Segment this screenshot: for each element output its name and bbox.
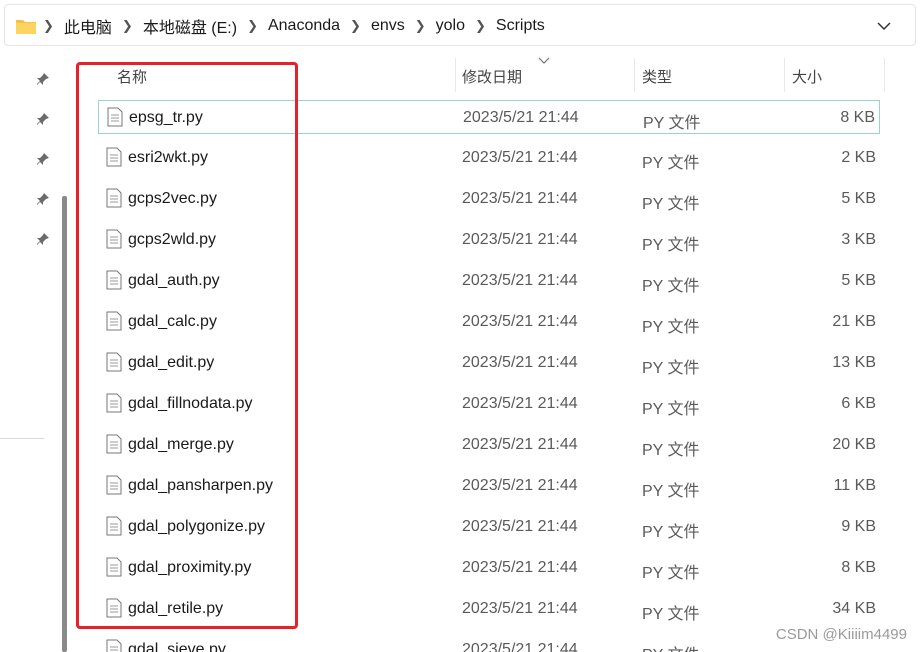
chevron-right-icon[interactable]: ❯	[475, 18, 486, 34]
file-size: 5 KB	[841, 272, 876, 289]
file-modified: 2023/5/21 21:44	[462, 149, 578, 166]
annotation-highlight-box	[76, 62, 298, 629]
file-size: 8 KB	[841, 559, 876, 576]
breadcrumb-item[interactable]: 此电脑	[64, 14, 112, 38]
file-modified: 2023/5/21 21:44	[462, 600, 578, 617]
file-type: PY 文件	[642, 360, 700, 377]
file-type: PY 文件	[642, 278, 700, 295]
file-modified: 2023/5/21 21:44	[462, 231, 578, 248]
file-type: PY 文件	[642, 401, 700, 418]
python-file-icon	[106, 639, 122, 652]
column-header-size[interactable]: 大小	[792, 66, 822, 87]
address-bar[interactable]: ❯ 此电脑 ❯ 本地磁盘 (E:) ❯ Anaconda ❯ envs ❯ yo…	[4, 4, 916, 46]
pin-icon[interactable]	[36, 232, 50, 246]
file-row[interactable]: gdal_sieve.py 2023/5/21 21:44 PY 文件	[98, 633, 880, 652]
file-modified: 2023/5/21 21:44	[462, 190, 578, 207]
file-modified: 2023/5/21 21:44	[462, 518, 578, 535]
pin-icon[interactable]	[36, 112, 50, 126]
file-size: 34 KB	[832, 600, 876, 617]
file-size: 11 KB	[833, 477, 876, 494]
file-type: PY 文件	[643, 115, 701, 132]
file-size: 6 KB	[841, 395, 876, 412]
chevron-right-icon: ❯	[43, 18, 54, 33]
nav-divider	[0, 438, 44, 439]
chevron-right-icon[interactable]: ❯	[350, 18, 361, 34]
pin-icon[interactable]	[36, 192, 50, 206]
chevron-down-icon[interactable]	[875, 17, 893, 35]
file-size: 21 KB	[832, 313, 876, 330]
file-size: 2 KB	[841, 149, 876, 166]
breadcrumb-item[interactable]: yolo	[436, 17, 465, 35]
file-size: 13 KB	[832, 354, 876, 371]
file-type: PY 文件	[642, 196, 700, 213]
watermark: CSDN @Kiiiim4499	[775, 626, 907, 643]
breadcrumb-item[interactable]: envs	[371, 17, 405, 35]
file-size: 8 KB	[840, 109, 875, 126]
column-divider[interactable]	[634, 58, 635, 92]
file-modified: 2023/5/21 21:44	[462, 354, 578, 371]
column-header-type[interactable]: 类型	[642, 66, 672, 87]
file-type: PY 文件	[642, 606, 700, 623]
folder-icon	[16, 20, 36, 34]
file-size: 5 KB	[841, 190, 876, 207]
pin-icon[interactable]	[36, 152, 50, 166]
file-modified: 2023/5/21 21:44	[462, 395, 578, 412]
file-size: 20 KB	[832, 436, 876, 453]
file-type: PY 文件	[642, 483, 700, 500]
file-modified: 2023/5/21 21:44	[462, 559, 578, 576]
chevron-right-icon[interactable]: ❯	[122, 18, 133, 34]
file-modified: 2023/5/21 21:44	[462, 477, 578, 494]
file-modified: 2023/5/21 21:44	[462, 313, 578, 330]
column-divider[interactable]	[784, 58, 785, 92]
column-header-modified[interactable]: 修改日期	[462, 66, 522, 87]
file-type: PY 文件	[642, 565, 700, 582]
column-divider[interactable]	[455, 58, 456, 92]
file-type: PY 文件	[642, 237, 700, 254]
file-modified: 2023/5/21 21:44	[463, 109, 579, 126]
file-type: PY 文件	[642, 524, 700, 541]
file-type: PY 文件	[642, 319, 700, 336]
column-divider[interactable]	[884, 58, 885, 92]
chevron-right-icon[interactable]: ❯	[415, 18, 426, 34]
file-type: PY 文件	[642, 442, 700, 459]
sort-chevron-icon	[538, 57, 550, 64]
file-name: gdal_sieve.py	[128, 641, 226, 652]
file-modified: 2023/5/21 21:44	[462, 641, 578, 652]
file-size: 9 KB	[841, 518, 876, 535]
breadcrumb-item[interactable]: Anaconda	[268, 17, 340, 35]
file-size: 3 KB	[841, 231, 876, 248]
nav-scrollbar[interactable]	[62, 196, 67, 652]
breadcrumb-item[interactable]: 本地磁盘 (E:)	[143, 14, 237, 38]
breadcrumb: ❯ 此电脑 ❯ 本地磁盘 (E:) ❯ Anaconda ❯ envs ❯ yo…	[43, 5, 545, 47]
file-modified: 2023/5/21 21:44	[462, 436, 578, 453]
file-type: PY 文件	[642, 155, 700, 172]
breadcrumb-item[interactable]: Scripts	[496, 17, 545, 35]
file-modified: 2023/5/21 21:44	[462, 272, 578, 289]
file-type: PY 文件	[642, 641, 700, 652]
chevron-right-icon[interactable]: ❯	[247, 18, 258, 34]
